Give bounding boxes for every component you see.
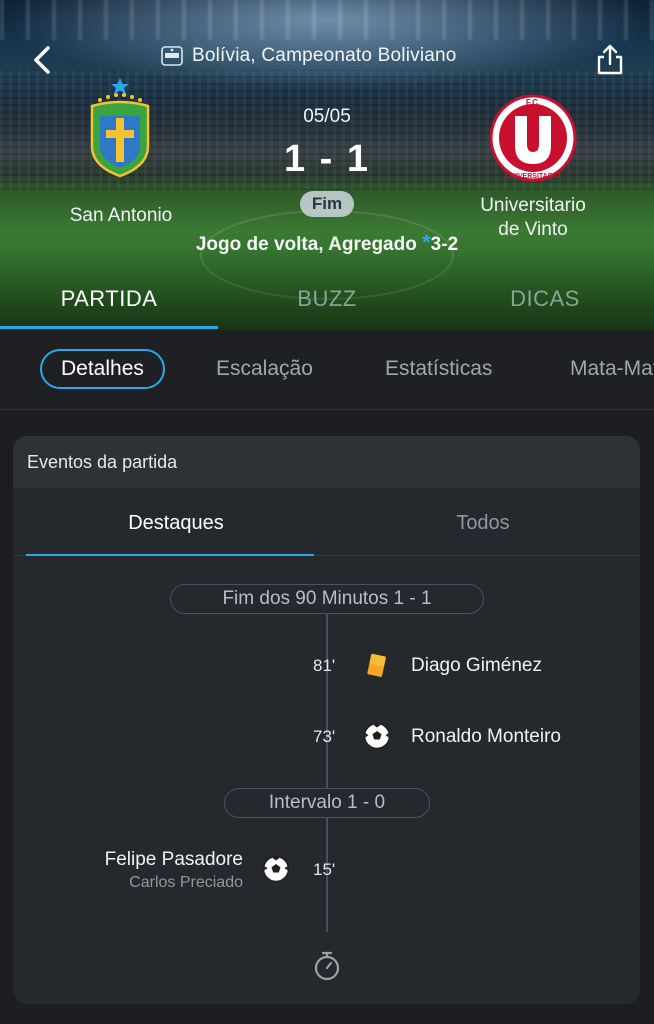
back-arrow-icon: [34, 46, 50, 74]
event-player-name[interactable]: Ronaldo Monteiro: [411, 726, 561, 748]
match-status-badge: Fim: [300, 191, 354, 217]
event-assist-name[interactable]: Carlos Preciado: [73, 874, 243, 892]
aggregate-info: Jogo de volta, Agregado *3-2: [150, 230, 504, 256]
tab-destaques[interactable]: Destaques: [26, 488, 326, 556]
league-logo-icon: [161, 46, 183, 66]
events-card-title: Eventos da partida: [13, 436, 640, 488]
event-player-name[interactable]: Felipe Pasadore: [91, 849, 243, 871]
event-minute: 73': [313, 727, 336, 746]
main-tab-bar: PARTIDA BUZZ DICAS: [0, 276, 654, 330]
tab-buzz[interactable]: BUZZ: [218, 276, 436, 330]
stopwatch-icon: [314, 951, 340, 981]
share-button[interactable]: [594, 40, 626, 80]
match-events-card: Eventos da partida Destaques Todos Fim d…: [13, 436, 640, 1004]
away-crest-top-text: F.C.: [526, 98, 540, 107]
tab-todos[interactable]: Todos: [333, 488, 633, 556]
league-name: Bolívia, Campeonato Boliviano: [192, 45, 457, 66]
tab-dicas[interactable]: DICAS: [436, 276, 654, 330]
back-button[interactable]: [26, 40, 62, 80]
events-tab-bar: Destaques Todos: [13, 488, 640, 556]
home-team-crest[interactable]: [86, 76, 154, 180]
tab-partida[interactable]: PARTIDA: [0, 276, 218, 330]
subtab-detalhes[interactable]: Detalhes: [40, 349, 165, 389]
match-date: 05/05: [303, 106, 351, 127]
yellow-card-icon: [367, 653, 386, 677]
stadium-lights: [0, 0, 654, 40]
match-score: 1 - 1: [283, 138, 371, 180]
share-icon: [597, 44, 623, 75]
event-minute: 15': [313, 860, 336, 879]
soccer-ball-icon: [262, 855, 290, 883]
away-team-name-line1: Universitario: [480, 195, 586, 216]
event-minute: 81': [313, 656, 336, 675]
aggregate-label: Jogo de volta, Agregado: [195, 234, 423, 255]
league-title[interactable]: Bolívia, Campeonato Boliviano: [160, 42, 457, 70]
subtab-escalacao[interactable]: Escalação: [216, 349, 313, 389]
home-team-name[interactable]: San Antonio: [38, 205, 204, 227]
aggregate-star: *: [422, 230, 431, 255]
away-crest-text: UNIVERSITARIO: [506, 173, 561, 180]
aggregate-score: 3-2: [430, 234, 459, 255]
half-time-marker: Intervalo 1 - 0: [224, 788, 430, 818]
away-team-crest[interactable]: F.C. UNIVERSITARIO: [489, 94, 577, 182]
event-player-name[interactable]: Diago Giménez: [411, 655, 542, 677]
soccer-ball-icon: [363, 722, 391, 750]
subtab-estatisticas[interactable]: Estatísticas: [385, 349, 492, 389]
full-time-marker: Fim dos 90 Minutos 1 - 1: [170, 584, 484, 614]
sub-tab-bar: Detalhes Escalação Estatísticas Mata-Mat…: [0, 330, 654, 410]
subtab-mata-mata[interactable]: Mata-Mata: [570, 349, 654, 389]
